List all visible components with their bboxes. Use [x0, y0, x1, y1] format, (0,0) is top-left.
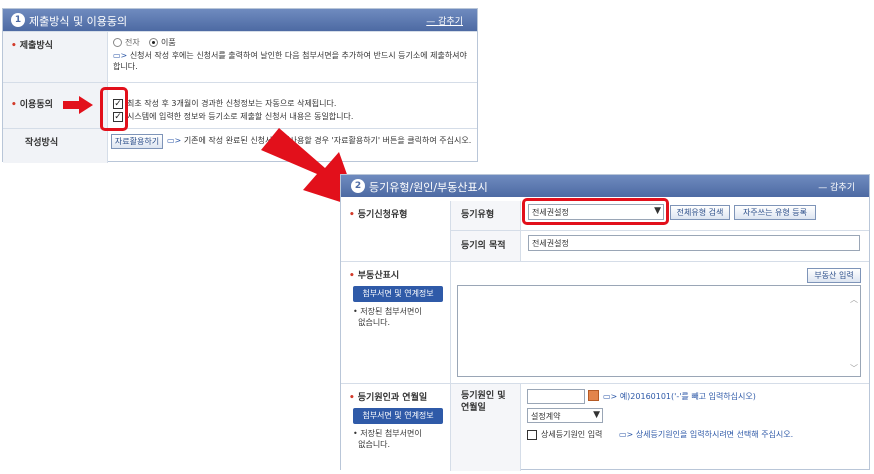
cause-attach-button[interactable]: 첨부서면 및 연계정보	[353, 408, 443, 424]
row-apply-type: • 등기신청유형 등기유형 전세권설정 ▼ 전체유형 검색 자주쓰는 유형 등록 …	[341, 198, 869, 261]
panel2-number: 2	[351, 179, 365, 193]
property-label: 부동산표시	[357, 271, 400, 281]
arrow-icon: ▭>	[619, 430, 634, 439]
row-submit-method: • 제출방식 전자 이품 ▭> 신청서 작성 후에는 신청서를 출력하여 날인한 …	[3, 31, 477, 82]
radio-paper[interactable]	[149, 38, 158, 47]
panel1-number: 1	[11, 13, 25, 27]
panel2-fold-link[interactable]: — 감추기	[818, 180, 855, 193]
consent-label: 이용동의	[19, 100, 53, 110]
calendar-icon[interactable]	[588, 390, 599, 401]
panel2-title: 등기유형/원인/부동산표시	[369, 181, 488, 194]
date-hint: ▭> 예)20160101('-'를 빼고 입력하십시오)	[603, 392, 756, 401]
chevron-down-icon: ▼	[593, 410, 600, 420]
consent-highlight-box	[100, 87, 128, 131]
apply-type-label: 등기신청유형	[357, 210, 408, 220]
consent-line-1: 최초 작성 후 3개월이 경과한 신청정보는 자동으로 삭제됩니다.	[127, 99, 337, 108]
detail-cause-checkbox[interactable]	[527, 430, 537, 440]
arrow-icon: ▭>	[167, 136, 182, 145]
panel-submission-consent: 1 제출방식 및 이용동의 — 감추기 • 제출방식 전자 이품 ▭> 신청서 작…	[2, 8, 478, 163]
row-method: 작성방식 자료활용하기 ▭> 기존에 작성 완료된 신청서를 재사용할 경우 '…	[3, 128, 477, 163]
label-cell: • 등기신청유형	[341, 201, 451, 261]
arrow-icon: ▭>	[113, 51, 128, 60]
purpose-label: 등기의 목적	[461, 241, 506, 251]
frequent-type-register-button[interactable]: 자주쓰는 유형 등록	[734, 205, 816, 220]
pointer-arrow-icon	[63, 96, 93, 114]
detail-hint: ▭> 상세등기원인을 입력하시려면 선택해 주십시오.	[619, 430, 794, 439]
type-label: 등기유형	[461, 210, 495, 220]
property-attach-button[interactable]: 첨부서면 및 연계정보	[353, 286, 443, 302]
label-cell: • 제출방식	[3, 32, 108, 82]
panel1-fold-link[interactable]: — 감추기	[426, 14, 463, 27]
submit-method-label: 제출방식	[19, 41, 53, 51]
row-property: • 부동산표시 첨부서면 및 연계정보 • 저장된 첨부서면이 없습니다. 부동산…	[341, 261, 869, 383]
panel2-header: 2 등기유형/원인/부동산표시 — 감추기	[341, 175, 869, 197]
cause-saved-note: • 저장된 첨부서면이 없습니다.	[353, 429, 422, 449]
type-highlight-box	[522, 198, 669, 225]
method-label: 작성방식	[25, 138, 59, 148]
property-textarea[interactable]: ︿ ﹀	[457, 285, 861, 377]
row-cause: • 등기원인과 연월일 첨부서면 및 연계정보 • 저장된 첨부서면이 없습니다.…	[341, 383, 869, 471]
panel1-title: 제출방식 및 이용동의	[29, 15, 128, 28]
cause-sub-label: 등기원인 및 연월일	[461, 391, 506, 413]
reuse-data-button[interactable]: 자료활용하기	[111, 134, 163, 149]
detail-check-label: 상세등기원인 입력	[541, 430, 603, 439]
property-input-button[interactable]: 부동산 입력	[807, 268, 861, 283]
all-types-search-button[interactable]: 전체유형 검색	[670, 205, 730, 220]
cause-label: 등기원인과 연월일	[357, 393, 428, 403]
scroll-down-icon[interactable]: ﹀	[850, 363, 858, 374]
radio-electronic-label: 전자	[125, 38, 140, 47]
radio-electronic[interactable]	[113, 38, 122, 47]
scroll-up-icon[interactable]: ︿	[850, 294, 858, 305]
property-saved-note: • 저장된 첨부서면이 없습니다.	[353, 307, 422, 327]
cause-select[interactable]: 설정계약 ▼	[527, 408, 603, 423]
panel-registration-type: 2 등기유형/원인/부동산표시 — 감추기 • 등기신청유형 등기유형 전세권설정…	[340, 174, 870, 471]
arrow-icon: ▭>	[603, 392, 618, 401]
radio-paper-label: 이품	[161, 38, 176, 47]
label-cell: 작성방식	[3, 129, 108, 163]
purpose-field[interactable]: 전세권설정	[528, 235, 860, 251]
submit-note: ▭> 신청서 작성 후에는 신청서를 출력하여 날인한 다음 첨부서면을 추가하…	[113, 51, 467, 71]
cause-date-field[interactable]	[527, 389, 585, 404]
panel1-header: 1 제출방식 및 이용동의 — 감추기	[3, 9, 477, 31]
